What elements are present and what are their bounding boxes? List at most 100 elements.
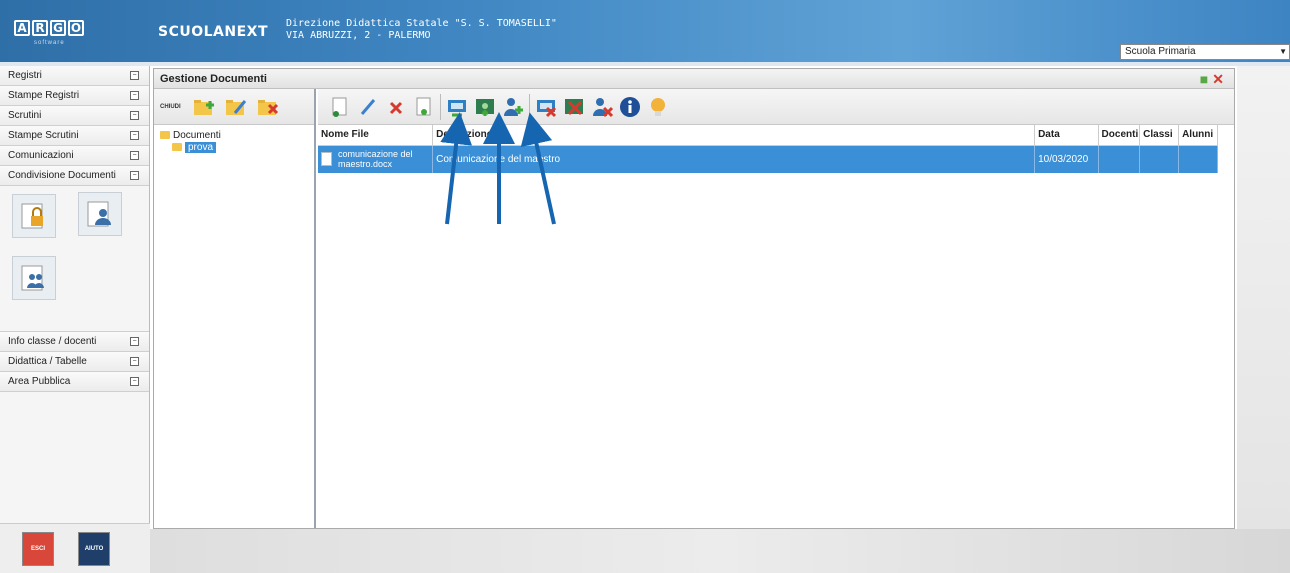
condivisione-icons (0, 186, 149, 332)
upload-document-icon[interactable] (412, 95, 436, 119)
tree-node-label: prova (185, 141, 217, 153)
folder-tree: Documenti prova (154, 125, 314, 157)
exit-button[interactable]: ESCI (22, 532, 54, 566)
collapse-icon[interactable]: − (130, 337, 139, 346)
school-type-value: Scuola Primaria (1125, 46, 1196, 57)
collapse-icon[interactable]: − (130, 131, 139, 140)
file-name-cell: comunicazione del maestro.docx (318, 145, 434, 173)
sidebar-item-scrutini[interactable]: Scrutini − (0, 106, 149, 126)
classi-cell (1139, 145, 1180, 173)
column-header-alunni[interactable]: Alunni (1178, 125, 1218, 146)
sidebar-item-area-pubblica[interactable]: Area Pubblica − (0, 372, 149, 392)
sidebar-item-label: Info classe / docenti (8, 336, 97, 347)
app-header: A R G O software SCUOLANEXT Direzione Di… (0, 0, 1290, 66)
sidebar-item-label: Registri (8, 70, 42, 81)
maximize-icon[interactable]: ■ (1200, 71, 1208, 88)
table-header-row: Nome File Descrizione Data Docenti Class… (318, 125, 1218, 146)
user-document-icon[interactable] (78, 192, 122, 236)
close-tree-button[interactable]: CHIUDI (160, 104, 181, 110)
edit-document-icon[interactable] (356, 95, 380, 119)
panel-title: Gestione Documenti (160, 72, 267, 85)
column-header-docenti[interactable]: Docenti (1098, 125, 1141, 146)
file-name-line: comunicazione del (338, 149, 413, 160)
help-button[interactable]: AIUTO (78, 532, 110, 566)
collapse-icon[interactable]: − (130, 71, 139, 80)
info-icon[interactable] (618, 95, 642, 119)
delete-folder-icon[interactable] (255, 94, 281, 120)
toolbar-separator (440, 93, 441, 120)
column-header-classi[interactable]: Classi (1139, 125, 1180, 146)
sidebar-item-label: Comunicazioni (8, 150, 74, 161)
sidebar-item-didattica[interactable]: Didattica / Tabelle − (0, 352, 149, 372)
lightbulb-icon[interactable] (646, 95, 670, 119)
background-floor (150, 529, 1290, 573)
logo-letter: R (32, 20, 48, 36)
edit-folder-icon[interactable] (223, 94, 249, 120)
sidebar-item-condivisione-documenti[interactable]: Condivisione Documenti − (0, 166, 149, 186)
table-row[interactable]: comunicazione del maestro.docx Comunicaz… (318, 145, 1218, 173)
alunni-cell (1178, 145, 1218, 173)
column-header-nome-file[interactable]: Nome File (318, 125, 434, 146)
share-students-icon[interactable] (473, 95, 497, 119)
sidebar-item-label: Area Pubblica (8, 376, 71, 387)
logo-letter: A (14, 20, 30, 36)
school-name: Direzione Didattica Statale "S. S. TOMAS… (286, 18, 557, 29)
sidebar-item-label: Condivisione Documenti (8, 170, 116, 181)
panel-controls: ■ ✕ (1200, 71, 1224, 88)
tree-node-prova[interactable]: prova (160, 141, 308, 153)
tree-node-documenti[interactable]: Documenti (160, 129, 308, 141)
sidebar-item-stampe-scrutini[interactable]: Stampe Scrutini − (0, 126, 149, 146)
folder-pane: CHIUDI Documenti prova (154, 89, 316, 528)
collapse-icon[interactable]: − (130, 151, 139, 160)
sidebar-item-label: Stampe Registri (8, 90, 80, 101)
school-type-select[interactable]: Scuola Primaria ▼ (1120, 44, 1290, 60)
toolbar-separator (529, 93, 530, 120)
lock-document-icon[interactable] (12, 194, 56, 238)
date-cell: 10/03/2020 (1034, 145, 1099, 173)
file-name-line: maestro.docx (338, 159, 393, 170)
sidebar-item-comunicazioni[interactable]: Comunicazioni − (0, 146, 149, 166)
sidebar-item-stampe-registri[interactable]: Stampe Registri − (0, 86, 149, 106)
background-panel (1237, 66, 1290, 529)
delete-document-icon[interactable] (384, 95, 408, 119)
folder-icon (172, 143, 182, 151)
column-header-data[interactable]: Data (1034, 125, 1099, 146)
share-teachers-icon[interactable] (501, 95, 525, 119)
chevron-down-icon: ▼ (1279, 47, 1287, 56)
collapse-icon[interactable]: − (130, 91, 139, 100)
school-address: VIA ABRUZZI, 2 - PALERMO (286, 30, 431, 41)
collapse-icon[interactable]: − (130, 171, 139, 180)
sidebar-item-label: Stampe Scrutini (8, 130, 79, 141)
new-document-icon[interactable] (328, 95, 352, 119)
logo-subtitle: software (34, 40, 65, 46)
app-name: SCUOLANEXT (158, 24, 269, 40)
close-icon[interactable]: ✕ (1212, 71, 1224, 88)
sidebar-item-label: Scrutini (8, 110, 42, 121)
folder-icon (160, 131, 170, 139)
unshare-teachers-icon[interactable] (590, 95, 614, 119)
share-classes-icon[interactable] (445, 95, 469, 119)
docenti-cell (1098, 145, 1141, 173)
group-document-icon[interactable] (12, 256, 56, 300)
collapse-icon[interactable]: − (130, 377, 139, 386)
document-file-icon (321, 152, 332, 167)
unshare-classes-icon[interactable] (534, 95, 558, 119)
tree-node-label: Documenti (173, 129, 221, 141)
document-toolbar (318, 89, 1234, 125)
collapse-icon[interactable]: − (130, 111, 139, 120)
argo-logo: A R G O (14, 20, 84, 36)
unshare-students-icon[interactable] (562, 95, 586, 119)
documents-table: Nome File Descrizione Data Docenti Class… (318, 125, 1218, 173)
document-pane: Nome File Descrizione Data Docenti Class… (318, 89, 1234, 528)
column-header-descrizione[interactable]: Descrizione (432, 125, 1036, 146)
panel-header: Gestione Documenti ■ ✕ (154, 69, 1234, 89)
logo-letter: G (50, 20, 66, 36)
sidebar-item-registri[interactable]: Registri − (0, 66, 149, 86)
sidebar-item-info-classe[interactable]: Info classe / docenti − (0, 332, 149, 352)
add-folder-icon[interactable] (191, 94, 217, 120)
sidebar: Registri − Stampe Registri − Scrutini − Sta… (0, 66, 150, 573)
document-manager-panel: Gestione Documenti ■ ✕ CHIUDI Documenti (153, 68, 1235, 529)
logo-letter: O (68, 20, 84, 36)
collapse-icon[interactable]: − (130, 357, 139, 366)
school-info: Direzione Didattica Statale "S. S. TOMAS… (286, 18, 557, 42)
